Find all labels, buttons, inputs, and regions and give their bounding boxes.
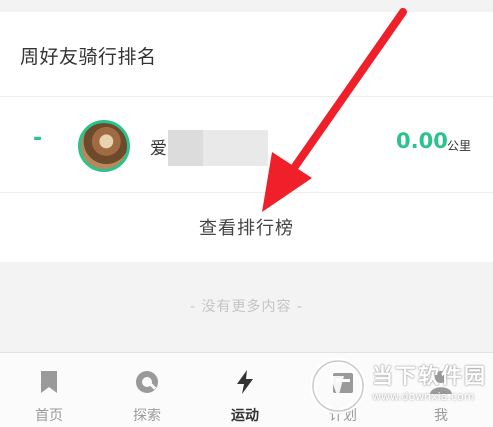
compass-icon [136,371,158,393]
watermark-name: 当下软件园 [372,364,487,388]
bookmark-icon [41,371,57,393]
tab-explore[interactable]: 探索 [98,353,196,427]
divider [0,192,493,193]
watermark: 当下软件园 www.downxia.com [300,350,493,426]
tab-home[interactable]: 首页 [0,353,98,427]
tab-sport[interactable]: 运动 [196,353,294,427]
lightning-icon [237,370,253,394]
tab-label: 探索 [133,408,161,424]
name-redaction [168,130,268,166]
tab-label: 运动 [231,408,259,424]
watermark-logo [310,358,366,414]
distance-value: 0.00 [396,129,448,153]
watermark-url: www.downxia.com [372,390,475,403]
distance-unit: 公里 [447,139,472,153]
rank-number: - [33,126,43,151]
tab-label: 首页 [35,408,63,424]
top-strip [0,0,493,12]
view-ranking-button[interactable]: 查看排行榜 [0,214,493,240]
user-name: 爱 [150,139,167,159]
avatar[interactable] [78,120,130,172]
no-more-content-text: - 没有更多内容 - [189,299,303,315]
section-title: 周好友骑行排名 [20,46,157,68]
